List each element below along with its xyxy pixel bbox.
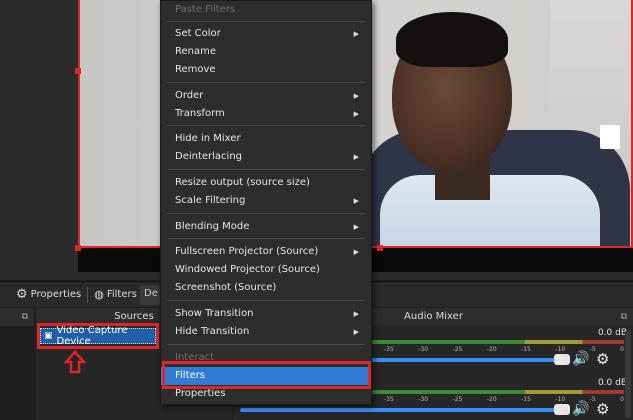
meter-tick: 0 xyxy=(620,396,624,403)
mixer-scrollbar[interactable] xyxy=(625,330,631,418)
menu-item-label: Scale Filtering xyxy=(175,195,246,206)
properties-button[interactable]: ⚙ Properties xyxy=(10,284,87,306)
menu-separator xyxy=(167,169,365,170)
menu-item-windowed-projector-source[interactable]: Windowed Projector (Source) xyxy=(161,261,371,279)
speaker-icon[interactable]: 🔊 xyxy=(572,351,589,367)
context-menu: Paste Filters Set Color ▶ Rename Remove Order… xyxy=(160,0,372,405)
meter-tick: -15 xyxy=(521,346,531,353)
annotation-highlight-box xyxy=(162,361,371,389)
gear-icon[interactable]: ⚙ xyxy=(596,400,609,418)
menu-item-label: Paste Filters xyxy=(175,4,236,15)
db-readout: 0.0 dB xyxy=(597,378,627,388)
filter-icon: ◍ xyxy=(94,288,104,301)
submenu-arrow-icon: ▶ xyxy=(353,197,359,205)
menu-item-set-color[interactable]: Set Color ▶ xyxy=(161,25,371,43)
filters-button[interactable]: ◍ Filters xyxy=(88,284,143,306)
submenu-arrow-icon: ▶ xyxy=(353,223,359,231)
meter-tick: -10 xyxy=(555,396,566,403)
menu-separator xyxy=(167,213,365,214)
menu-item-label: Order xyxy=(175,90,204,101)
volume-meter xyxy=(364,340,624,344)
menu-item-label: Properties xyxy=(175,388,226,399)
resize-handle-bottom-left[interactable] xyxy=(75,245,81,251)
meter-tick: -30 xyxy=(418,396,429,403)
menu-item-label: Set Color xyxy=(175,28,221,39)
meter-tick: -10 xyxy=(555,346,566,353)
properties-label: Properties xyxy=(30,289,82,300)
menu-item-screenshot-source[interactable]: Screenshot (Source) xyxy=(161,279,371,297)
menu-item-resize-output-source-size[interactable]: Resize output (source size) xyxy=(161,174,371,192)
gear-icon: ⚙ xyxy=(16,287,28,302)
resize-handle-bottom[interactable] xyxy=(377,245,383,251)
undock-icon[interactable]: ⧉ xyxy=(621,308,627,326)
db-readout: 0.0 dB xyxy=(597,328,627,338)
speaker-icon[interactable]: 🔊 xyxy=(572,401,589,417)
undock-icon[interactable]: ⧉ xyxy=(0,308,34,326)
meter-tick: -25 xyxy=(452,346,463,353)
menu-item-label: Windowed Projector (Source) xyxy=(175,264,320,275)
menu-item-label: Show Transition xyxy=(175,308,254,319)
submenu-arrow-icon: ▶ xyxy=(353,248,359,256)
volume-fader-knob[interactable] xyxy=(554,404,570,415)
menu-separator xyxy=(167,21,365,22)
meter-tick: -35 xyxy=(384,346,394,353)
meter-tick: -5 xyxy=(589,346,596,353)
annotation-arrow-up-icon xyxy=(64,350,86,374)
menu-separator xyxy=(167,300,365,301)
deactivate-button[interactable]: De xyxy=(140,285,160,305)
menu-item-label: Rename xyxy=(175,46,217,57)
menu-item-label: Blending Mode xyxy=(175,221,250,232)
submenu-arrow-icon: ▶ xyxy=(353,310,359,318)
volume-meter xyxy=(364,390,624,394)
menu-item-transform[interactable]: Transform ▶ xyxy=(161,105,371,123)
annotation-highlight-box xyxy=(37,323,159,349)
filters-label: Filters xyxy=(106,289,137,300)
menu-item-label: Screenshot (Source) xyxy=(175,282,277,293)
menu-item-rename[interactable]: Rename xyxy=(161,43,371,61)
meter-tick: 0 xyxy=(620,346,624,353)
menu-item-remove[interactable]: Remove xyxy=(161,61,371,79)
menu-item-label: Resize output (source size) xyxy=(175,177,310,188)
menu-item-show-transition[interactable]: Show Transition ▶ xyxy=(161,305,371,323)
submenu-arrow-icon: ▶ xyxy=(353,328,359,336)
submenu-arrow-icon: ▶ xyxy=(353,30,359,38)
menu-item-scale-filtering[interactable]: Scale Filtering ▶ xyxy=(161,192,371,210)
menu-item-paste-filters: Paste Filters xyxy=(161,1,371,19)
menu-separator xyxy=(167,82,365,83)
meter-tick: -15 xyxy=(521,396,531,403)
meter-tick: -5 xyxy=(589,396,596,403)
menu-separator xyxy=(167,344,365,345)
menu-item-label: Remove xyxy=(175,64,216,75)
menu-separator xyxy=(167,238,365,239)
menu-item-label: Hide Transition xyxy=(175,326,250,337)
menu-item-label: Transform xyxy=(175,108,225,119)
scenes-dock: ⧉ xyxy=(0,308,34,420)
resize-handle-left[interactable] xyxy=(75,68,81,74)
meter-tick: -20 xyxy=(486,396,497,403)
meter-tick: -30 xyxy=(418,346,429,353)
menu-item-deinterlacing[interactable]: Deinterlacing ▶ xyxy=(161,148,371,166)
gear-icon[interactable]: ⚙ xyxy=(596,350,609,368)
audio-mixer-title: Audio Mixer xyxy=(404,311,463,322)
menu-item-hide-in-mixer[interactable]: Hide in Mixer xyxy=(161,130,371,148)
menu-item-fullscreen-projector-source[interactable]: Fullscreen Projector (Source) ▶ xyxy=(161,243,371,261)
menu-item-blending-mode[interactable]: Blending Mode ▶ xyxy=(161,218,371,236)
volume-fader[interactable] xyxy=(240,408,570,412)
menu-item-order[interactable]: Order ▶ xyxy=(161,87,371,105)
menu-item-label: Hide in Mixer xyxy=(175,133,241,144)
submenu-arrow-icon: ▶ xyxy=(353,153,359,161)
submenu-arrow-icon: ▶ xyxy=(353,110,359,118)
menu-separator xyxy=(167,125,365,126)
submenu-arrow-icon: ▶ xyxy=(353,92,359,100)
meter-tick: -25 xyxy=(452,396,463,403)
menu-item-hide-transition[interactable]: Hide Transition ▶ xyxy=(161,323,371,341)
volume-fader-knob[interactable] xyxy=(554,354,570,365)
meter-tick: -35 xyxy=(384,396,394,403)
menu-item-label: Fullscreen Projector (Source) xyxy=(175,246,319,257)
meter-tick: -20 xyxy=(486,346,497,353)
menu-item-label: Deinterlacing xyxy=(175,151,243,162)
